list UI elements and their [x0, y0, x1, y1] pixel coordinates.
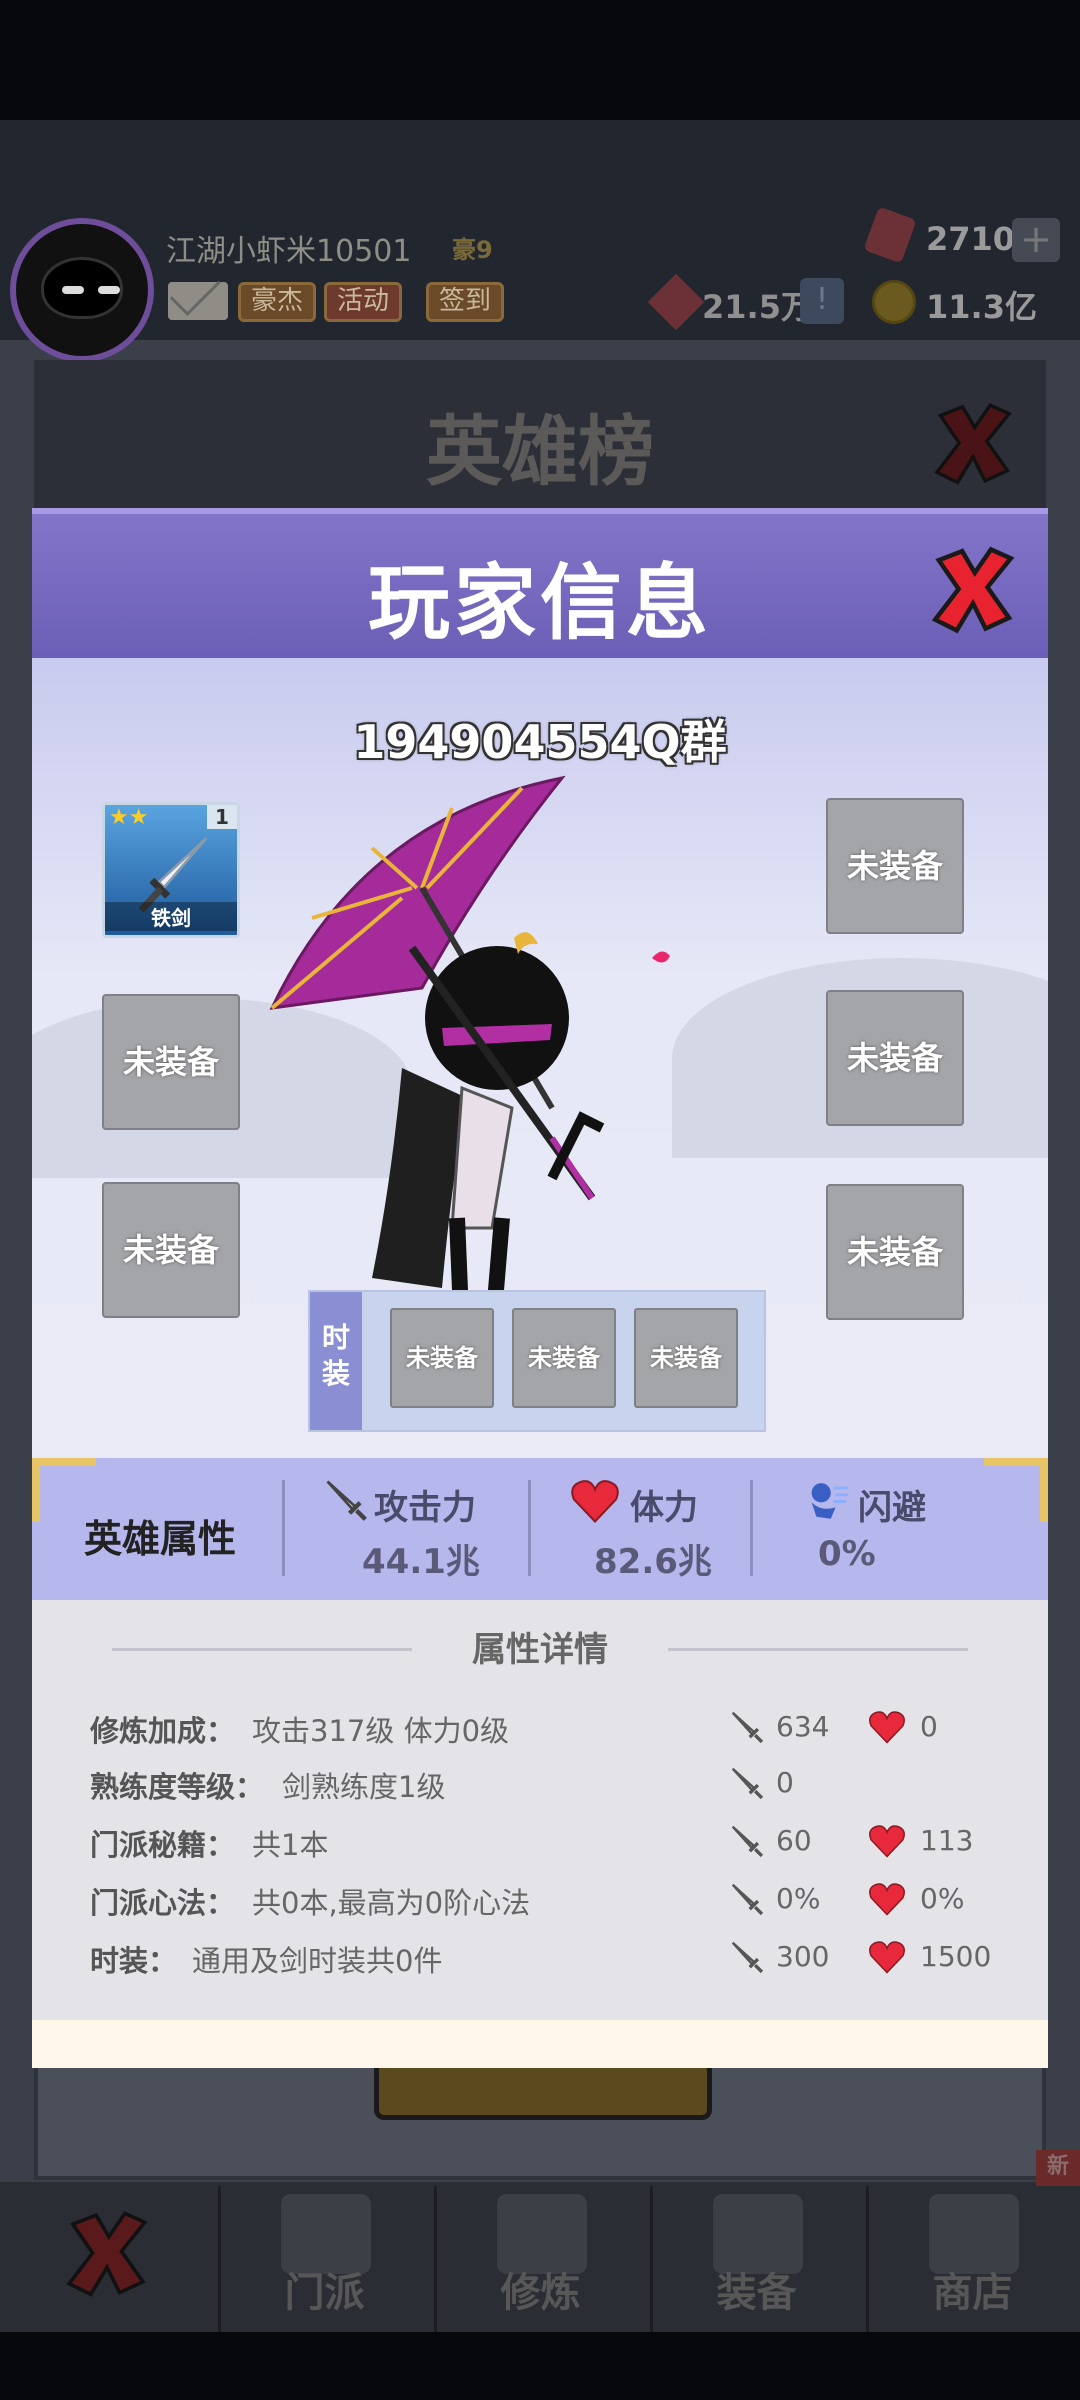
coin-icon [872, 280, 916, 324]
tab-cultivate[interactable]: 修炼 [434, 2186, 644, 2332]
equip-slot-left-3[interactable]: 未装备 [102, 1182, 240, 1318]
coins-count: 11.3亿 [926, 288, 1037, 326]
detail-attack-value: 0 [776, 1766, 794, 1799]
attack-icon [730, 1766, 764, 1800]
dodge-value: 0% [818, 1534, 876, 1574]
detail-row-value: 共0本,最高为0阶心法 [252, 1886, 531, 1920]
attack-icon [730, 1940, 764, 1974]
detail-row-value: 剑熟练度1级 [282, 1770, 446, 1804]
close-icon[interactable] [928, 544, 1018, 634]
attack-icon [730, 1710, 764, 1744]
detail-hp-value: 0 [920, 1710, 938, 1743]
heart-icon [868, 1710, 906, 1744]
star-rating: ★★ [109, 805, 149, 830]
hero-rank-title: 英雄榜 [426, 407, 654, 496]
heart-icon [868, 1882, 906, 1916]
detail-attack-value: 60 [776, 1824, 812, 1857]
equip-slot-right-1[interactable]: 未装备 [826, 798, 964, 934]
nav-close-icon[interactable] [62, 2208, 152, 2298]
detail-attack-value: 634 [776, 1710, 830, 1743]
checkin-button[interactable]: 签到 [426, 282, 505, 322]
tab-shop[interactable]: 商店 [866, 2186, 1076, 2332]
character-showcase: 194904554Q群 ★★ 1 铁剑 未装备 未装备 未装备 未装备 未装备 … [32, 658, 1048, 1458]
dodge-icon [811, 1483, 849, 1519]
power-value: 21.5万 [702, 288, 813, 326]
detail-row-value: 共1本 [252, 1828, 329, 1862]
equip-slot-left-2[interactable]: 未装备 [102, 994, 240, 1130]
detail-row-label: 门派心法： [90, 1886, 236, 1920]
attribute-details: 属性详情 修炼加成： 攻击317级 体力0级 634 0 熟练度等级： 剑熟练度1级 0 门派… [32, 1600, 1048, 2020]
detail-row-label: 门派秘籍： [90, 1828, 236, 1862]
attributes-title: 英雄属性 [84, 1517, 237, 1561]
heroes-button[interactable]: 豪杰 [238, 282, 317, 322]
heart-icon [868, 1824, 906, 1858]
power-info-button[interactable]: ! [800, 278, 844, 324]
detail-row-label: 熟练度等级： [90, 1770, 265, 1804]
attack-icon [730, 1824, 764, 1858]
heart-icon [868, 1940, 906, 1974]
gems-count: 2710 [926, 220, 1016, 258]
detail-row-value: 通用及剑时装共0件 [192, 1944, 443, 1978]
rank-action-button[interactable] [374, 2060, 712, 2120]
weapon-level: 1 [207, 805, 237, 829]
mail-icon[interactable] [168, 282, 228, 320]
equip-slot-right-3[interactable]: 未装备 [826, 1184, 964, 1320]
fashion-bar: 时装 未装备 未装备 未装备 [308, 1290, 766, 1432]
add-gems-button[interactable]: + [1012, 218, 1060, 262]
detail-row-label: 时装： [90, 1944, 178, 1978]
detail-row-value: 攻击317级 体力0级 [252, 1714, 510, 1748]
fashion-slot-2[interactable]: 未装备 [512, 1308, 616, 1408]
new-badge: 新 [1036, 2150, 1080, 2186]
top-status-bar [0, 120, 1080, 340]
tab-label: 商店 [932, 2270, 1013, 2316]
player-avatar[interactable] [10, 218, 154, 362]
weapon-name: 铁剑 [105, 902, 237, 931]
detail-attack-value: 300 [776, 1940, 830, 1973]
dodge-label: 闪避 [858, 1488, 926, 1528]
tab-equipment[interactable]: 装备 [650, 2186, 860, 2332]
tab-label: 装备 [716, 2270, 797, 2316]
equip-slot-right-2[interactable]: 未装备 [826, 990, 964, 1126]
fashion-label: 时装 [310, 1292, 362, 1430]
hp-value: 82.6兆 [594, 1542, 712, 1582]
heart-icon [571, 1480, 619, 1523]
details-title: 属性详情 [472, 1630, 608, 1670]
attack-icon [730, 1882, 764, 1916]
attack-icon [326, 1480, 367, 1521]
player-name: 江湖小虾米10501 [166, 234, 412, 269]
corner-ornament [984, 1458, 1048, 1522]
detail-row-label: 修炼加成： [90, 1714, 236, 1748]
weapon-slot[interactable]: ★★ 1 铁剑 [102, 802, 240, 938]
hp-label: 体力 [630, 1488, 698, 1528]
tab-sect[interactable]: 门派 [218, 2186, 428, 2332]
fashion-slot-3[interactable]: 未装备 [634, 1308, 738, 1408]
detail-hp-value: 1500 [920, 1940, 992, 1973]
detail-hp-value: 113 [920, 1824, 974, 1857]
detail-attack-value: 0% [776, 1882, 821, 1915]
player-info-modal: 玩家信息 194904554Q群 ★★ 1 铁剑 未装备 未装备 未装备 未装备… [32, 508, 1048, 2068]
events-button[interactable]: 活动 [324, 282, 403, 322]
vip-tag: 豪9 [452, 236, 493, 264]
hero-attributes-bar: 英雄属性 攻击力 44.1兆 体力 82.6兆 闪避 0% [32, 1458, 1048, 1600]
tab-label: 修炼 [500, 2270, 581, 2316]
fashion-slot-1[interactable]: 未装备 [390, 1308, 494, 1408]
modal-title: 玩家信息 [367, 556, 712, 651]
attack-label: 攻击力 [374, 1488, 476, 1528]
detail-hp-value: 0% [920, 1882, 965, 1915]
rank-close-icon[interactable] [930, 400, 1016, 486]
tab-label: 门派 [284, 2270, 365, 2316]
attack-value: 44.1兆 [362, 1542, 480, 1582]
character-figure [269, 775, 670, 1358]
